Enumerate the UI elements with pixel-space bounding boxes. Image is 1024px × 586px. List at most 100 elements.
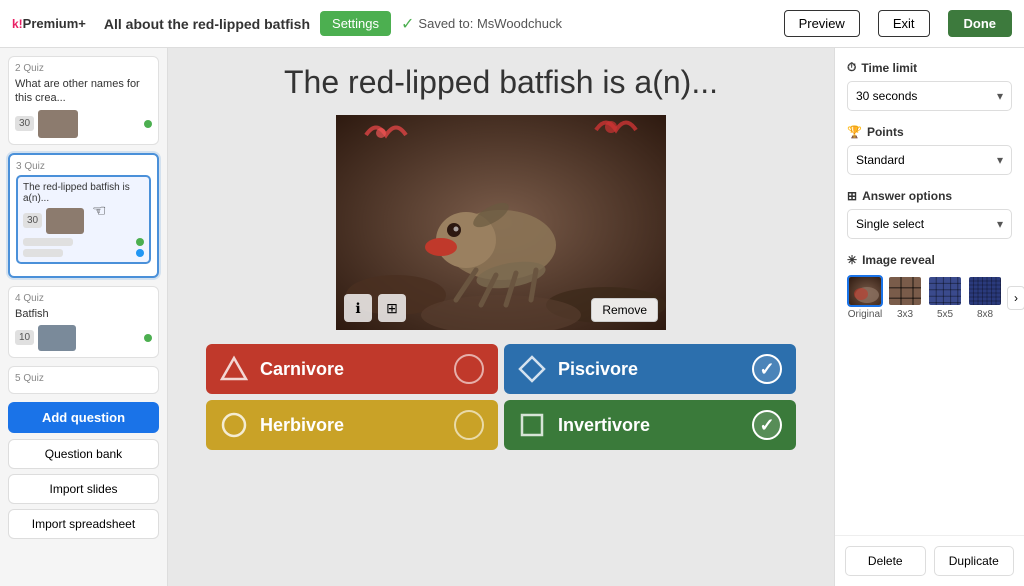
time-limit-section: ⏱ Time limit 30 seconds ▾ [847, 60, 1012, 111]
sidebar-item-quiz3[interactable]: 3 Quiz The red-lipped batfish is a(n)...… [8, 153, 159, 278]
import-slides-button[interactable]: Import slides [8, 474, 159, 504]
quiz4-text: Batfish [15, 307, 152, 321]
reveal-3x3-svg [889, 277, 923, 307]
quiz4-thumb: 10 [15, 325, 152, 351]
quiz3-status-dot2 [136, 249, 144, 257]
answer-options-value: Single select [856, 217, 924, 231]
quiz2-text: What are other names for this crea... [15, 77, 152, 106]
answer-carnivore[interactable]: Carnivore [206, 344, 498, 394]
time-limit-value: 30 seconds [856, 89, 917, 103]
quiz4-badge: 10 [15, 330, 34, 345]
answer-piscivore[interactable]: Piscivore ✓ [504, 344, 796, 394]
duplicate-button[interactable]: Duplicate [934, 546, 1015, 576]
quiz3-badge: 30 [23, 213, 42, 228]
reveal-label-3x3: 3x3 [887, 309, 923, 320]
reveal-thumb-5x5[interactable] [927, 275, 963, 307]
reveal-option-8x8: 8x8 [967, 275, 1003, 320]
reveal-thumb-original[interactable] [847, 275, 883, 307]
crop-button[interactable]: ⊞ [378, 294, 406, 322]
triangle-icon [220, 355, 248, 383]
reveal-next-button[interactable]: › [1007, 286, 1024, 310]
invertivore-check-mark: ✓ [759, 415, 774, 436]
answer-herbivore-text: Herbivore [260, 415, 442, 436]
content-area: The red-lipped batfish is a(n)... [168, 48, 834, 586]
saved-check-icon: ✓ [401, 14, 414, 34]
preview-button[interactable]: Preview [784, 10, 860, 37]
reveal-thumb-3x3[interactable] [887, 275, 923, 307]
reveal-8x8-svg [969, 277, 1003, 307]
quiz3-inner-card: The red-lipped batfish is a(n)... 30 ☜ [16, 175, 151, 264]
answer-invertivore-text: Invertivore [558, 415, 740, 436]
answer-options-icon: ⊞ [847, 189, 857, 203]
reveal-options: Original 3x3 [847, 275, 1012, 320]
reveal-label-8x8: 8x8 [967, 309, 1003, 320]
answer-options-arrow-icon: ▾ [997, 217, 1003, 231]
question-bank-button[interactable]: Question bank [8, 439, 159, 469]
saved-indicator: ✓ Saved to: MsWoodchuck [401, 14, 562, 34]
quiz4-status-dot [144, 334, 152, 342]
sidebar-item-quiz4[interactable]: 4 Quiz Batfish 10 [8, 286, 159, 358]
info-button[interactable]: ℹ [344, 294, 372, 322]
app-logo: k!Premium+ [12, 15, 86, 33]
delete-button[interactable]: Delete [845, 546, 926, 576]
clock-icon: ⏱ [847, 60, 856, 75]
piscivore-check: ✓ [752, 354, 782, 384]
import-spreadsheet-button[interactable]: Import spreadsheet [8, 509, 159, 539]
quiz5-label: 5 Quiz [15, 373, 152, 384]
carnivore-check [454, 354, 484, 384]
diamond-icon [518, 355, 546, 383]
reveal-label-original: Original [847, 309, 883, 320]
answer-piscivore-text: Piscivore [558, 359, 740, 380]
answer-herbivore[interactable]: Herbivore [206, 400, 498, 450]
image-reveal-label: Image reveal [862, 253, 935, 267]
answer-options-select[interactable]: Single select ▾ [847, 209, 1012, 239]
right-panel-scroll: ⏱ Time limit 30 seconds ▾ 🏆 Points Stand… [835, 48, 1024, 535]
quiz2-thumbnail [38, 110, 78, 138]
points-arrow-icon: ▾ [997, 153, 1003, 167]
answer-invertivore[interactable]: Invertivore ✓ [504, 400, 796, 450]
answer-options-section: ⊞ Answer options Single select ▾ [847, 189, 1012, 239]
quiz3-label: 3 Quiz [16, 161, 151, 172]
time-limit-arrow-icon: ▾ [997, 89, 1003, 103]
quiz4-thumbnail [38, 325, 76, 351]
time-limit-title: ⏱ Time limit [847, 60, 1012, 75]
image-reveal-title: ✳ Image reveal [847, 253, 1012, 267]
question-title: The red-lipped batfish is a(n)... [284, 64, 718, 101]
points-label: Points [867, 125, 904, 139]
right-panel: ⏱ Time limit 30 seconds ▾ 🏆 Points Stand… [834, 48, 1024, 586]
reveal-thumb-8x8[interactable] [967, 275, 1003, 307]
reveal-option-3x3: 3x3 [887, 275, 923, 320]
points-value: Standard [856, 153, 905, 167]
quiz3-status-dot1 [136, 238, 144, 246]
add-question-button[interactable]: Add question [8, 402, 159, 433]
image-reveal-section: ✳ Image reveal [847, 253, 1012, 320]
herbivore-check [454, 410, 484, 440]
reveal-option-original: Original [847, 275, 883, 320]
quiz3-inner-text: The red-lipped batfish is a(n)... [23, 182, 144, 204]
reveal-label-5x5: 5x5 [927, 309, 963, 320]
remove-image-button[interactable]: Remove [591, 298, 658, 322]
answer-options-label: Answer options [862, 189, 952, 203]
points-section: 🏆 Points Standard ▾ [847, 125, 1012, 175]
sidebar-item-quiz5[interactable]: 5 Quiz [8, 366, 159, 394]
time-limit-select[interactable]: 30 seconds ▾ [847, 81, 1012, 111]
exit-button[interactable]: Exit [878, 10, 930, 37]
topbar: k!Premium+ All about the red-lipped batf… [0, 0, 1024, 48]
settings-button[interactable]: Settings [320, 11, 391, 36]
points-icon: 🏆 [847, 125, 862, 139]
answer-carnivore-text: Carnivore [260, 359, 442, 380]
done-button[interactable]: Done [948, 10, 1013, 37]
image-reveal-icon: ✳ [847, 253, 857, 267]
points-title: 🏆 Points [847, 125, 1012, 139]
quiz-title: All about the red-lipped batfish [104, 16, 310, 32]
quiz3-bar2 [23, 249, 63, 257]
reveal-option-5x5: 5x5 [927, 275, 963, 320]
image-controls: ℹ ⊞ [344, 294, 406, 322]
drag-cursor-icon: ☜ [92, 201, 106, 221]
sidebar-item-quiz2[interactable]: 2 Quiz What are other names for this cre… [8, 56, 159, 145]
time-limit-label: Time limit [861, 61, 917, 75]
quiz3-thumbnail [46, 208, 84, 234]
points-select[interactable]: Standard ▾ [847, 145, 1012, 175]
right-panel-footer: Delete Duplicate [835, 535, 1024, 586]
quiz4-label: 4 Quiz [15, 293, 152, 304]
